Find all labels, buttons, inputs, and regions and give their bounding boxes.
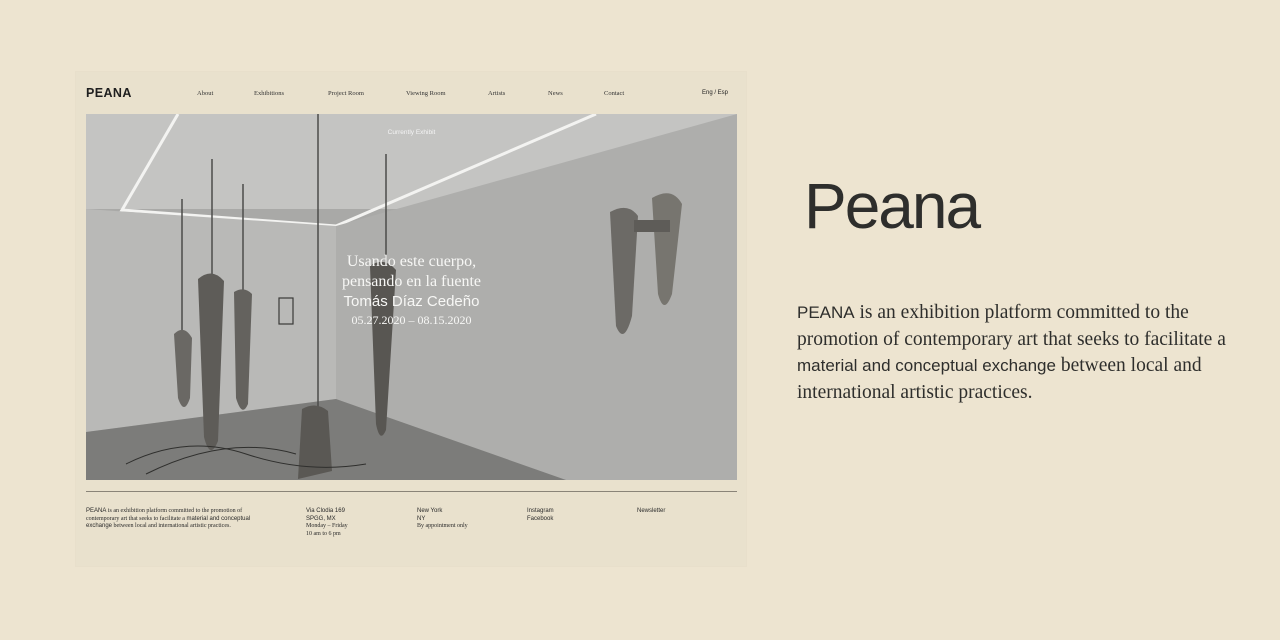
newyork-line: New York [417, 508, 443, 514]
footer-newyork: New York NY By appointment only [417, 508, 468, 531]
footer-divider [86, 491, 737, 492]
hero-label: Currently Exhibit [387, 129, 436, 136]
exhibition-artist[interactable]: Tomás Díaz Cedeño [86, 292, 737, 312]
nav-news[interactable]: News [548, 90, 563, 97]
footer-social: Instagram Facebook [527, 508, 554, 523]
address-line: 10 am to 6 pm [306, 530, 341, 537]
footer-about-part1: is an exhibition platform committed to t… [106, 508, 243, 514]
footer-newsletter: Newsletter [637, 508, 665, 516]
website-mockup: PEANA About Exhibitions Project Room Vie… [76, 72, 746, 566]
desc-lead: PEANA [797, 303, 855, 322]
hero-text: Usando este cuerpo, pensando en la fuent… [86, 252, 737, 328]
nav-project-room[interactable]: Project Room [328, 90, 364, 97]
desc-emph: material and conceptual exchange [797, 356, 1056, 375]
hero-exhibition-image[interactable]: Currently Exhibit Usando este cuerpo, pe… [86, 114, 737, 480]
address-line: SPGG, MX [306, 515, 336, 522]
exhibition-title[interactable]: Usando este cuerpo, pensando en la fuent… [86, 252, 737, 292]
address-line: Via Clodia 169 [306, 508, 345, 514]
brand-description: PEANA is an exhibition platform committe… [797, 300, 1237, 406]
footer-address: Via Clodia 169 SPGG, MX Monday – Friday … [306, 508, 348, 538]
nav-artists[interactable]: Artists [488, 90, 505, 97]
footer-about: PEANA is an exhibition platform committe… [86, 508, 286, 531]
desc-part1: is an exhibition platform committed to t… [797, 302, 1226, 350]
instagram-link[interactable]: Instagram [527, 508, 554, 516]
nav-viewing-room[interactable]: Viewing Room [406, 90, 446, 97]
footer-about-emph1: material and conceptual [186, 515, 251, 522]
newyork-line: NY [417, 515, 426, 522]
language-switch[interactable]: Eng / Esp [702, 90, 728, 96]
address-line: Monday – Friday [306, 523, 348, 530]
newsletter-link[interactable]: Newsletter [637, 508, 665, 516]
top-navigation: PEANA About Exhibitions Project Room Vie… [76, 72, 746, 114]
newyork-line: By appointment only [417, 523, 468, 530]
exhibition-dates: 05.27.2020 – 08.15.2020 [351, 313, 472, 327]
footer-about-line2: contemporary art that seeks to facilitat… [86, 515, 187, 522]
nav-about[interactable]: About [197, 90, 213, 97]
facebook-link[interactable]: Facebook [527, 516, 554, 524]
footer-about-emph2: exchange [86, 523, 113, 530]
footer-about-line3: between local and international artistic… [112, 523, 231, 530]
nav-exhibitions[interactable]: Exhibitions [254, 90, 284, 97]
nav-contact[interactable]: Contact [604, 90, 624, 97]
brand-title: Peana [804, 170, 981, 242]
site-logo[interactable]: PEANA [86, 86, 132, 100]
footer-about-lead: PEANA [86, 508, 107, 514]
